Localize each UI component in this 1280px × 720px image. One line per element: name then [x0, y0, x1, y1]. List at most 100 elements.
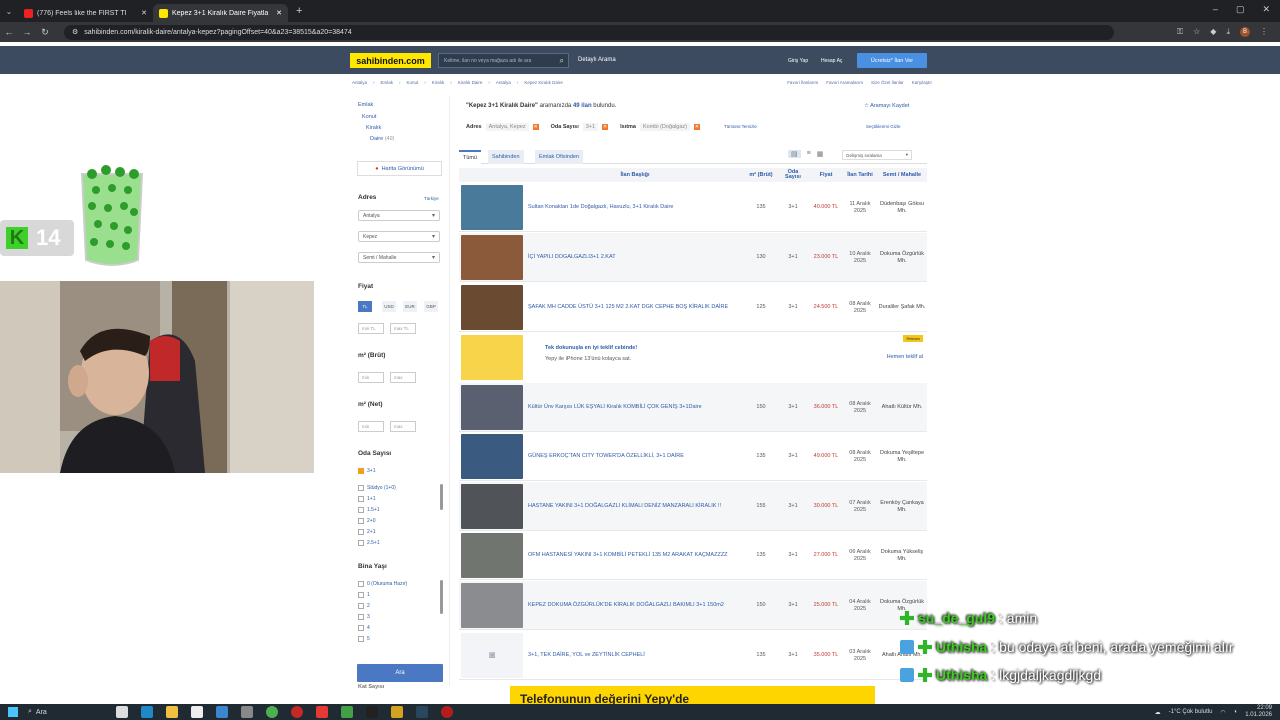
app-icon[interactable]: [440, 706, 453, 718]
save-search-button[interactable]: ☆ Aramayı Kaydet: [864, 103, 909, 109]
breadcrumb-item[interactable]: Kiralık: [432, 80, 445, 85]
room-option-2-1[interactable]: 2+1: [358, 529, 375, 535]
post-ad-button[interactable]: Ücretsiz* İlan Ver: [857, 53, 927, 68]
listing-thumbnail[interactable]: [461, 583, 523, 628]
neighborhood-select[interactable]: Semt / Mahalle ▾: [358, 252, 440, 263]
tab-agency[interactable]: Emlak Ofisinden: [535, 150, 584, 164]
building-age-option[interactable]: 0 (Oturuma Hazır): [358, 581, 407, 587]
favorite-listings-link[interactable]: Favori İlanlarım: [787, 80, 818, 85]
listing-title[interactable]: KEPEZ DOKUMA ÖZGÜRLÜK'DE KİRALIK DOĞALGA…: [528, 581, 742, 630]
remove-filter-icon[interactable]: ✕: [694, 124, 701, 130]
ad-link[interactable]: Hemen teklif al: [887, 354, 923, 360]
net-m2-min-input[interactable]: min: [358, 421, 384, 432]
app-icon[interactable]: [340, 706, 353, 718]
listing-row[interactable]: Kültür Ünv Karşısı LÜK EŞYALI Kiralık KO…: [459, 383, 927, 432]
listing-thumbnail[interactable]: [461, 285, 523, 330]
app-icon[interactable]: [215, 706, 228, 718]
currency-gbp-button[interactable]: GBP: [424, 301, 438, 312]
listing-thumbnail[interactable]: [461, 235, 523, 280]
search-icon[interactable]: ⌕: [560, 56, 564, 66]
listing-title[interactable]: GÜNEŞ ERKOÇ'TAN CITY TOWER'DA ÖZELLİKLİ,…: [528, 432, 742, 481]
room-option-2-5-1[interactable]: 2.5+1: [358, 540, 380, 546]
listing-thumbnail[interactable]: [461, 185, 523, 230]
province-select[interactable]: Antalya ▾: [358, 210, 440, 221]
room-option-3-1[interactable]: 3+1: [358, 468, 375, 474]
building-age-option[interactable]: 5: [358, 636, 370, 642]
listing-row[interactable]: OFM HASTANESİ YAKINI 3+1 KOMBİLİ PETEKLİ…: [459, 531, 927, 580]
tab-owner[interactable]: Sahibinden: [488, 150, 524, 164]
room-option-1-5-1[interactable]: 1.5+1: [358, 507, 380, 513]
file-explorer-icon[interactable]: [165, 706, 178, 718]
category-konut[interactable]: Konut: [362, 114, 376, 120]
search-submit-button[interactable]: Ara: [357, 664, 443, 682]
breadcrumb-item[interactable]: Konut: [407, 80, 419, 85]
app-icon[interactable]: [315, 706, 328, 718]
search-icon[interactable]: ⌕: [28, 708, 32, 716]
breadcrumb-item[interactable]: Antalya: [496, 80, 511, 85]
bookmark-star-icon[interactable]: ☆: [1193, 27, 1200, 37]
app-icon[interactable]: [365, 706, 378, 718]
volume-icon[interactable]: ◖: [1234, 709, 1238, 715]
category-daire[interactable]: Daire (49): [370, 136, 394, 142]
compact-view-icon[interactable]: ≡: [807, 150, 811, 158]
profile-avatar[interactable]: B: [1240, 27, 1250, 37]
listing-title[interactable]: 3+1, TEK DAİRE, YOL ve ZEYTİNLİK CEPHELİ: [528, 631, 742, 680]
currency-tl-button[interactable]: TL: [358, 301, 372, 312]
breadcrumb-item[interactable]: Kiralık Daire: [458, 80, 483, 85]
reload-icon[interactable]: ↻: [36, 27, 54, 38]
edge-icon[interactable]: [140, 706, 153, 718]
maximize-icon[interactable]: ▢: [1236, 4, 1245, 15]
listing-row[interactable]: Sultan Konakları 1de Doğalgazlı, Havuzlu…: [459, 183, 927, 232]
room-option-2-0[interactable]: 2+0: [358, 518, 375, 524]
col-title[interactable]: İlan Başlığı: [525, 168, 745, 182]
ad-row[interactable]: Tek dokunuşla en iyi teklif cebinde! Yep…: [459, 333, 927, 382]
building-age-option[interactable]: 1: [358, 592, 370, 598]
listing-thumbnail[interactable]: [461, 533, 523, 578]
login-link[interactable]: Giriş Yap: [788, 58, 808, 64]
gross-m2-max-input[interactable]: max: [390, 372, 416, 383]
currency-usd-button[interactable]: USD: [382, 301, 396, 312]
country-label[interactable]: Türkiye: [424, 196, 439, 201]
app-icon[interactable]: [290, 706, 303, 718]
listing-row[interactable]: İÇİ YAPILI DOGALGAZLI3+1 2.KAT 130 3+1 23.0…: [459, 233, 927, 282]
listing-title[interactable]: OFM HASTANESİ YAKINI 3+1 KOMBİLİ PETEKLİ…: [528, 531, 742, 580]
widgets-icon[interactable]: [115, 706, 128, 718]
site-info-icon[interactable]: ⚙: [72, 28, 78, 36]
extension-icon[interactable]: ◆: [1210, 27, 1216, 37]
hide-selected-link[interactable]: Seçtiklerimi Gizle: [866, 124, 901, 129]
listing-title[interactable]: Sultan Konakları 1de Doğalgazlı, Havuzlu…: [528, 183, 742, 232]
compare-link[interactable]: Karşılaştır: [912, 80, 932, 85]
remove-filter-icon[interactable]: ✕: [532, 124, 539, 130]
building-age-scrollbar[interactable]: [440, 580, 443, 614]
room-option-1-1[interactable]: 1+1: [358, 496, 375, 502]
currency-eur-button[interactable]: EUR: [403, 301, 417, 312]
listing-row[interactable]: ŞAFAK MH CADDE ÜSTÜ 3+1 125 M2 2.KAT DGK…: [459, 283, 927, 332]
price-min-input[interactable]: min TL: [358, 323, 384, 334]
col-m2[interactable]: m² (Brüt): [749, 168, 773, 182]
breadcrumb-item[interactable]: Kepez Kiralık Daire: [524, 80, 563, 85]
key-icon[interactable]: ⚿: [1177, 27, 1183, 37]
listing-title[interactable]: İÇİ YAPILI DOGALGAZLI3+1 2.KAT: [528, 233, 742, 282]
room-list-scrollbar[interactable]: [440, 484, 443, 510]
close-icon[interactable]: ✕: [141, 9, 147, 17]
clear-filters-link[interactable]: Tümünü Temizle: [724, 124, 757, 129]
map-view-button[interactable]: ● Harita Görünümü: [357, 161, 442, 176]
tab-menu-icon[interactable]: ⌄: [0, 7, 18, 16]
net-m2-max-input[interactable]: max: [390, 421, 416, 432]
listing-title[interactable]: HASTANE YAKINI 3+1 DOĞALGAZLI KLİMALI DE…: [528, 482, 742, 531]
listing-thumbnail[interactable]: ◙: [461, 633, 523, 678]
sort-select[interactable]: Gelişmiş sıralama ▾: [842, 150, 912, 160]
col-rooms[interactable]: Oda Sayısı: [781, 168, 805, 182]
weather-text[interactable]: -1°C Çok bulutlu: [1169, 709, 1213, 715]
close-icon[interactable]: ✕: [276, 9, 282, 17]
listing-row[interactable]: HASTANE YAKINI 3+1 DOĞALGAZLI KLİMALI DE…: [459, 482, 927, 531]
col-price[interactable]: Fiyat: [813, 168, 839, 182]
listing-row[interactable]: KEPEZ DOKUMA ÖZGÜRLÜK'DE KİRALIK DOĞALGA…: [459, 581, 927, 630]
back-icon[interactable]: ←: [0, 27, 18, 37]
breadcrumb-item[interactable]: Antalya: [352, 80, 367, 85]
building-age-option[interactable]: 4: [358, 625, 370, 631]
favorite-searches-link[interactable]: Favori Aramalarım: [826, 80, 863, 85]
clock[interactable]: 22:09 1.01.2026: [1245, 705, 1272, 719]
building-age-option[interactable]: 3: [358, 614, 370, 620]
settings-icon[interactable]: [240, 706, 253, 718]
